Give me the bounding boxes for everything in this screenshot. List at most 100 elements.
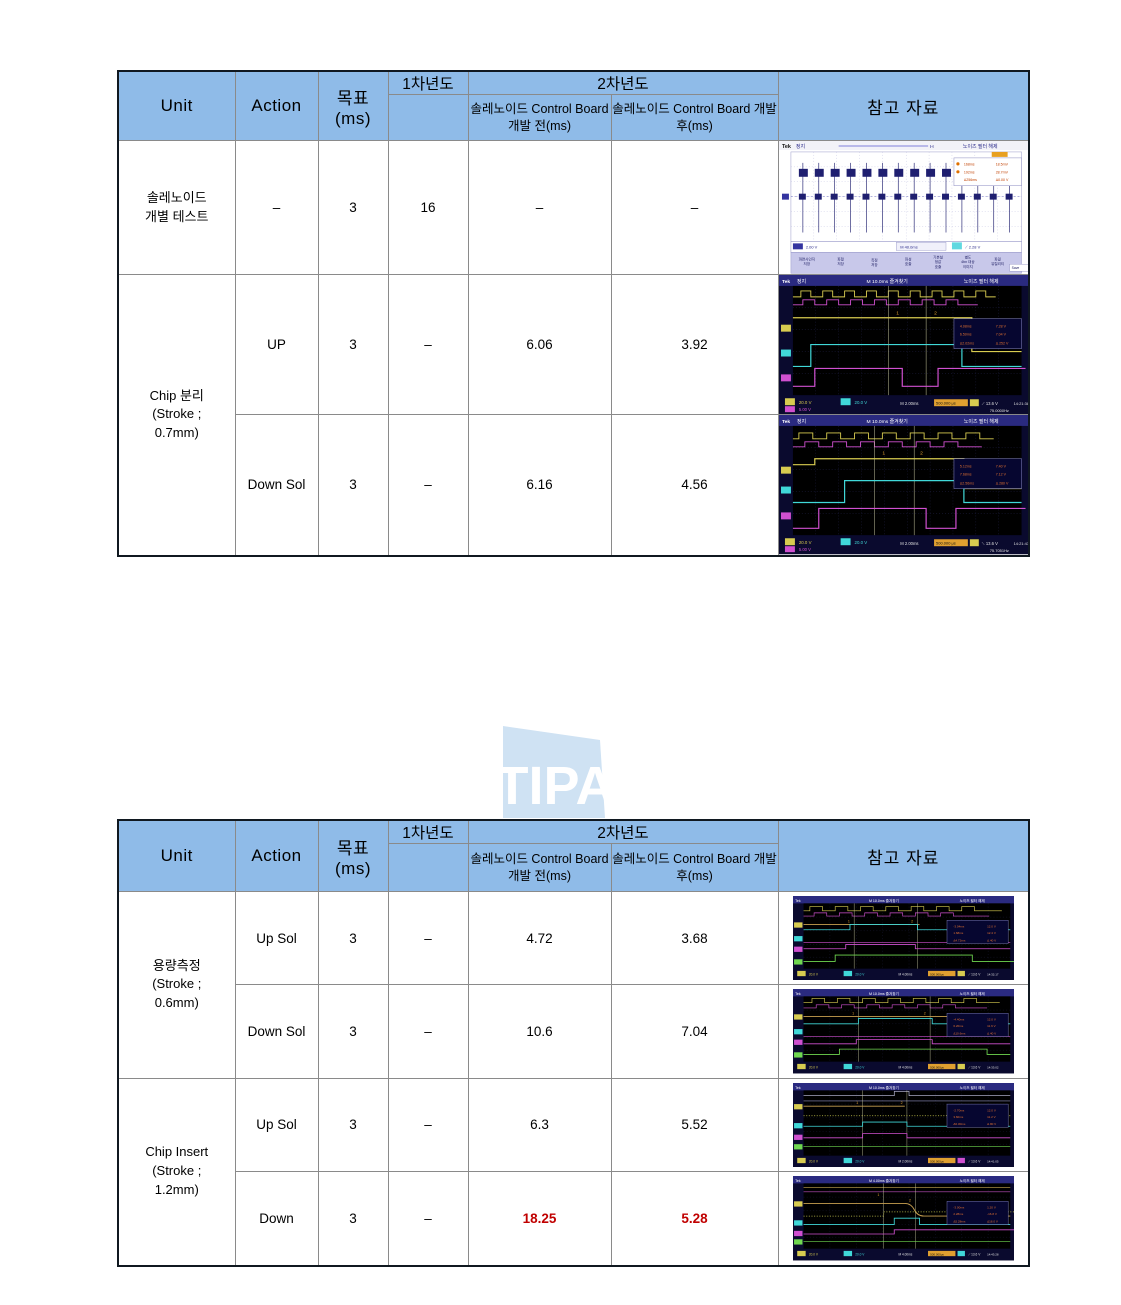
svg-text:75.0000Hz: 75.0000Hz	[989, 408, 1008, 413]
unit-line-3: 1.2mm)	[154, 1182, 199, 1198]
svg-text:Save: Save	[1011, 266, 1019, 270]
svg-text:M 2.00ms: M 2.00ms	[898, 1159, 912, 1163]
tipa-watermark: TIPA	[455, 718, 655, 823]
svg-text:500.000 μs: 500.000 μs	[936, 401, 956, 406]
unit-line-1: Chip Insert	[145, 1144, 209, 1160]
svg-text:H: H	[930, 144, 934, 150]
svg-text:1.68ms: 1.68ms	[953, 931, 963, 935]
svg-text:M 10.0ms 즐겨찾기: M 10.0ms 즐겨찾기	[866, 278, 907, 285]
cell-action: Down	[234, 1171, 319, 1266]
svg-text:Δ10.6ms: Δ10.6ms	[953, 1032, 966, 1036]
cell-goal: 3	[317, 139, 389, 276]
svg-text:20.0 V: 20.0 V	[808, 973, 818, 977]
svg-text:192ms: 192ms	[963, 170, 974, 174]
svg-text:호출: 호출	[904, 261, 911, 266]
scope-inset: Tek M 10.0ms 즐겨찾기 노이즈 필터 해제	[778, 985, 1028, 1078]
svg-text:14:21:43: 14:21:43	[1013, 542, 1028, 547]
header-year1: 1차년도	[387, 70, 469, 95]
svg-text:2: 2	[909, 1198, 911, 1202]
svg-text:-2.70ms: -2.70ms	[953, 1108, 964, 1112]
svg-text:Δ.40 V: Δ.40 V	[987, 1032, 997, 1036]
header-goal: 목표 (ms)	[317, 70, 389, 141]
document-page: TIPA Unit Action 목표 (ms) 1차년도 2차년도 참고 자료…	[0, 0, 1121, 1305]
svg-text:⟋ 13.6 V: ⟋ 13.6 V	[968, 1066, 981, 1070]
svg-text:파일: 파일	[994, 256, 1001, 261]
svg-text:2: 2	[934, 311, 937, 317]
svg-text:M 4.00ms: M 4.00ms	[898, 973, 912, 977]
svg-text:정지: 정지	[796, 418, 805, 425]
cell-reference-image: Tek 정지 H 노이즈 필터 해제 168ms 18.5mV 192ms 28…	[777, 139, 1030, 276]
svg-text:Δ.252 V: Δ.252 V	[995, 342, 1008, 346]
header-year1-sub	[387, 94, 469, 141]
svg-text:Δ.280 V: Δ.280 V	[995, 482, 1008, 486]
svg-text:20.0 V: 20.0 V	[808, 1159, 818, 1163]
svg-text:정지: 정지	[796, 278, 805, 285]
svg-text:Δ.80 V: Δ.80 V	[987, 1122, 997, 1126]
table-row: Down Sol 3 – 10.6 7.04 Tek M 10.0ms 즐겨찾기	[118, 984, 1030, 1079]
svg-text:11.2 V: 11.2 V	[987, 1115, 997, 1119]
table-row: Down Sol 3 – 6.16 4.56 Tek 정지 M 10.0ms 즐…	[118, 414, 1030, 556]
svg-text:Δ.40 V: Δ.40 V	[987, 938, 997, 942]
svg-text:Tek: Tek	[781, 279, 789, 285]
cell-year1: –	[387, 1077, 469, 1173]
svg-text:20.0 V: 20.0 V	[798, 541, 811, 546]
cell-year2-before: –	[467, 139, 612, 276]
svg-text:노이즈 필터 해제: 노이즈 필터 해제	[959, 1085, 984, 1090]
svg-text:168ms: 168ms	[963, 162, 974, 166]
cell-reference-image: Tek M 10.0ms 즐겨찾기 노이즈 필터 해제	[777, 890, 1030, 986]
cell-year2-after: 5.28	[610, 1171, 779, 1266]
cell-action: –	[234, 139, 319, 276]
table-row: Down 3 – 18.25 5.28 Tek M 4.00ms 즐겨찾기 노이…	[118, 1171, 1030, 1266]
svg-text:저장: 저장	[803, 261, 810, 266]
svg-text:⟋ 13.6 V: ⟋ 13.6 V	[968, 1253, 981, 1257]
header-goal-line1: 목표	[336, 88, 370, 108]
oscilloscope-screenshot-dark-e: Tek M 10.0ms 즐겨찾기 노이즈 필터 해제 1 2 -2.70ms …	[792, 1082, 1014, 1168]
header-year2: 2차년도	[467, 819, 779, 844]
cell-reference-image: Tek M 4.00ms 즐겨찾기 노이즈 필터 해제 1 2 -3.00ms …	[777, 1171, 1030, 1266]
svg-text:14:21:38: 14:21:38	[1013, 401, 1028, 406]
svg-text:노이즈 필터 해제: 노이즈 필터 해제	[959, 1178, 984, 1183]
header-goal-line1: 목표	[336, 838, 370, 858]
unit-line-2: 개별 테스트	[145, 208, 209, 224]
header-year1-sub	[387, 843, 469, 892]
cell-reference-image: Tek 정지 M 10.0ms 즐겨찾기 노이즈 필터 해제	[777, 414, 1030, 556]
cell-year2-after: 3.68	[610, 890, 779, 986]
svg-text:파형: 파형	[837, 256, 844, 261]
svg-text:7.68ms: 7.68ms	[959, 473, 971, 477]
svg-text:6.20ms: 6.20ms	[953, 1024, 963, 1028]
svg-text:노이즈 필터 해제: 노이즈 필터 해제	[963, 418, 998, 425]
svg-text:M 4.00ms: M 4.00ms	[898, 1253, 912, 1257]
svg-text:1: 1	[896, 311, 899, 317]
svg-text:Δ18.0 V: Δ18.0 V	[987, 1220, 999, 1224]
unit-line-1: Chip 분리	[149, 387, 204, 403]
cell-year2-after: 5.52	[610, 1077, 779, 1173]
svg-text:이미지: 이미지	[962, 264, 972, 269]
svg-text:Δ2.02ms: Δ2.02ms	[959, 342, 973, 346]
cell-goal: 3	[317, 274, 389, 416]
svg-text:M 4.00ms: M 4.00ms	[898, 1066, 912, 1070]
header-goal: 목표 (ms)	[317, 819, 389, 892]
table-2-header-row-1: Unit Action 목표 (ms) 1차년도 2차년도 참고 자료	[117, 819, 1030, 892]
svg-text:⟋ 13.6 V: ⟋ 13.6 V	[968, 1159, 981, 1163]
table-1-header-row-1: Unit Action 목표 (ms) 1차년도 2차년도 참고 자료	[117, 70, 1030, 141]
scope-inset: Tek M 10.0ms 즐겨찾기 노이즈 필터 해제	[778, 1078, 1028, 1172]
svg-text:5.00 V: 5.00 V	[798, 548, 810, 553]
svg-text:500.000μs: 500.000μs	[930, 1066, 944, 1070]
cell-goal: 3	[317, 1171, 389, 1266]
table-1-grid: Unit Action 목표 (ms) 1차년도 2차년도 참고 자료 솔레노이…	[117, 70, 1030, 557]
header-year2: 2차년도	[467, 70, 779, 95]
cell-unit: Chip 분리 (Stroke ; 0.7mm)	[117, 274, 236, 556]
svg-text:-3.04ms: -3.04ms	[953, 925, 964, 929]
header-unit: Unit	[117, 819, 236, 892]
svg-text:M 2.00ms: M 2.00ms	[900, 401, 918, 406]
cell-year2-after: –	[610, 139, 779, 276]
svg-text:12.0 V: 12.0 V	[987, 1018, 997, 1022]
svg-text:노이즈 필터 해제: 노이즈 필터 해제	[959, 991, 984, 996]
svg-text:노이즈 필터 해제: 노이즈 필터 해제	[962, 143, 997, 150]
svg-text:노이즈 필터 해제: 노이즈 필터 해제	[959, 898, 984, 903]
svg-text:-16.8 V: -16.8 V	[987, 1212, 998, 1216]
svg-text:3.60ms: 3.60ms	[953, 1115, 963, 1119]
table-row: 솔레노이드 개별 테스트 – 3 16 – – Tek 정지 H 노이즈 필터 …	[117, 139, 1030, 276]
svg-text:18.5mV: 18.5mV	[995, 162, 1008, 166]
cell-reference-image: Tek 정지 M 10.0ms 즐겨찾기 노이즈 필터 해제	[777, 274, 1030, 416]
